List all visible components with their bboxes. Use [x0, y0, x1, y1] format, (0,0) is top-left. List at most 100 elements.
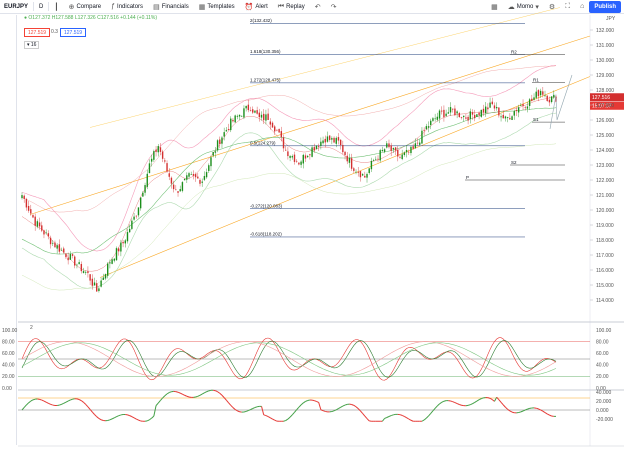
momentum-segment [215, 390, 218, 393]
candle-body [111, 259, 113, 264]
momentum-segment [201, 392, 205, 395]
candle-body [276, 129, 278, 131]
candle-body [267, 113, 269, 120]
candle-body [293, 154, 296, 162]
candle-body [476, 114, 478, 117]
candle-body [473, 114, 476, 119]
candle-body [397, 149, 399, 157]
candle-body [432, 118, 434, 121]
momentum-segment [360, 410, 363, 414]
momentum-segment [544, 412, 548, 415]
candle-body [107, 263, 109, 276]
momentum-segment [118, 414, 122, 417]
price-tick-label: 124.000 [596, 148, 614, 154]
indicator-collapse-toggle[interactable]: ▾ 16 [24, 41, 40, 49]
momentum-segment [111, 417, 115, 420]
candle-body [96, 283, 98, 292]
candle-body [317, 145, 320, 147]
candle-body [214, 151, 217, 153]
candle-body [285, 149, 287, 151]
candle-body [513, 111, 515, 116]
momentum-tick-label: -20.000 [596, 417, 613, 423]
momentum-segment [78, 399, 82, 402]
momentum-segment [155, 402, 159, 406]
candle-body [263, 113, 265, 121]
candle-body [309, 154, 311, 156]
momentum-segment [476, 399, 480, 402]
momentum-segment [467, 404, 471, 406]
candle-body [252, 109, 254, 113]
momentum-segment [175, 391, 179, 393]
candle-body [102, 277, 105, 280]
candle-body [441, 110, 443, 112]
candle-body [388, 143, 390, 148]
candle-body [131, 220, 133, 229]
candle-body [170, 177, 173, 184]
momentum-segment [208, 389, 212, 392]
candle-body [32, 215, 34, 218]
momentum-segment [322, 410, 326, 412]
momentum-segment [357, 408, 361, 412]
momentum-segment [184, 394, 188, 397]
momentum-segment [261, 406, 265, 415]
candle-body [361, 174, 364, 176]
candle-body [348, 157, 351, 163]
candle-body [260, 114, 263, 118]
momentum-segment [401, 414, 405, 417]
candle-body [23, 195, 25, 199]
candle-body [157, 146, 159, 153]
candle-body [128, 228, 131, 233]
momentum-segment [456, 403, 460, 405]
candle-body [408, 151, 410, 153]
candle-body [192, 174, 195, 176]
candle-body [227, 129, 230, 130]
candle-body [126, 232, 129, 242]
momentum-segment [338, 406, 341, 410]
candle-body [377, 158, 379, 160]
candle-body [379, 150, 381, 161]
momentum-segment [496, 396, 500, 401]
momentum-segment [366, 418, 370, 422]
candle-body [137, 207, 140, 216]
momentum-segment [270, 417, 273, 420]
candle-body [383, 149, 386, 152]
momentum-segment [153, 405, 157, 417]
candle-body [449, 107, 452, 113]
buy-price-badge[interactable]: 127.519 [60, 28, 87, 37]
sell-price-badge[interactable]: 127.519 [24, 28, 51, 37]
momentum-segment [21, 407, 25, 411]
candle-body [375, 158, 377, 160]
candle-body [150, 158, 153, 162]
momentum-segment [221, 394, 225, 398]
stoch-tick-label: 40.00 [596, 363, 609, 369]
momentum-segment [149, 417, 152, 421]
price-tick-label: 123.000 [596, 163, 614, 169]
momentum-segment [474, 400, 478, 403]
momentum-segment [245, 410, 249, 412]
candle-body [438, 110, 441, 119]
price-tick-label: 120.000 [596, 208, 614, 214]
pivot-label: S1 [533, 117, 539, 122]
candle-body [124, 240, 126, 244]
momentum-segment [283, 420, 286, 422]
pivot-label: R1 [533, 78, 539, 83]
candle-body [199, 179, 201, 184]
price-tick-label: 122.000 [596, 178, 614, 184]
chart-canvas[interactable]: 2(132.432) 1.618(130.356) 1.272(128.475) 0.… [0, 0, 624, 456]
stoch-tick-label-left: 100.00 [2, 328, 18, 334]
momentum-segment [410, 419, 414, 422]
candle-body [287, 151, 289, 157]
momentum-segment [423, 417, 427, 421]
momentum-segment [219, 392, 223, 396]
momentum-segment [538, 408, 541, 411]
momentum-segment [232, 407, 236, 410]
candle-body [531, 98, 533, 101]
stoch-tick-label: 20.00 [596, 374, 609, 380]
candle-body [216, 140, 219, 151]
ohlc-legend: ● O127.372 H127.588 L127.326 C127.516 +0… [24, 15, 157, 21]
momentum-segment [182, 393, 185, 396]
momentum-segment [237, 410, 240, 413]
candle-body [164, 160, 166, 162]
momentum-segment [61, 402, 64, 405]
candle-body [71, 254, 74, 256]
